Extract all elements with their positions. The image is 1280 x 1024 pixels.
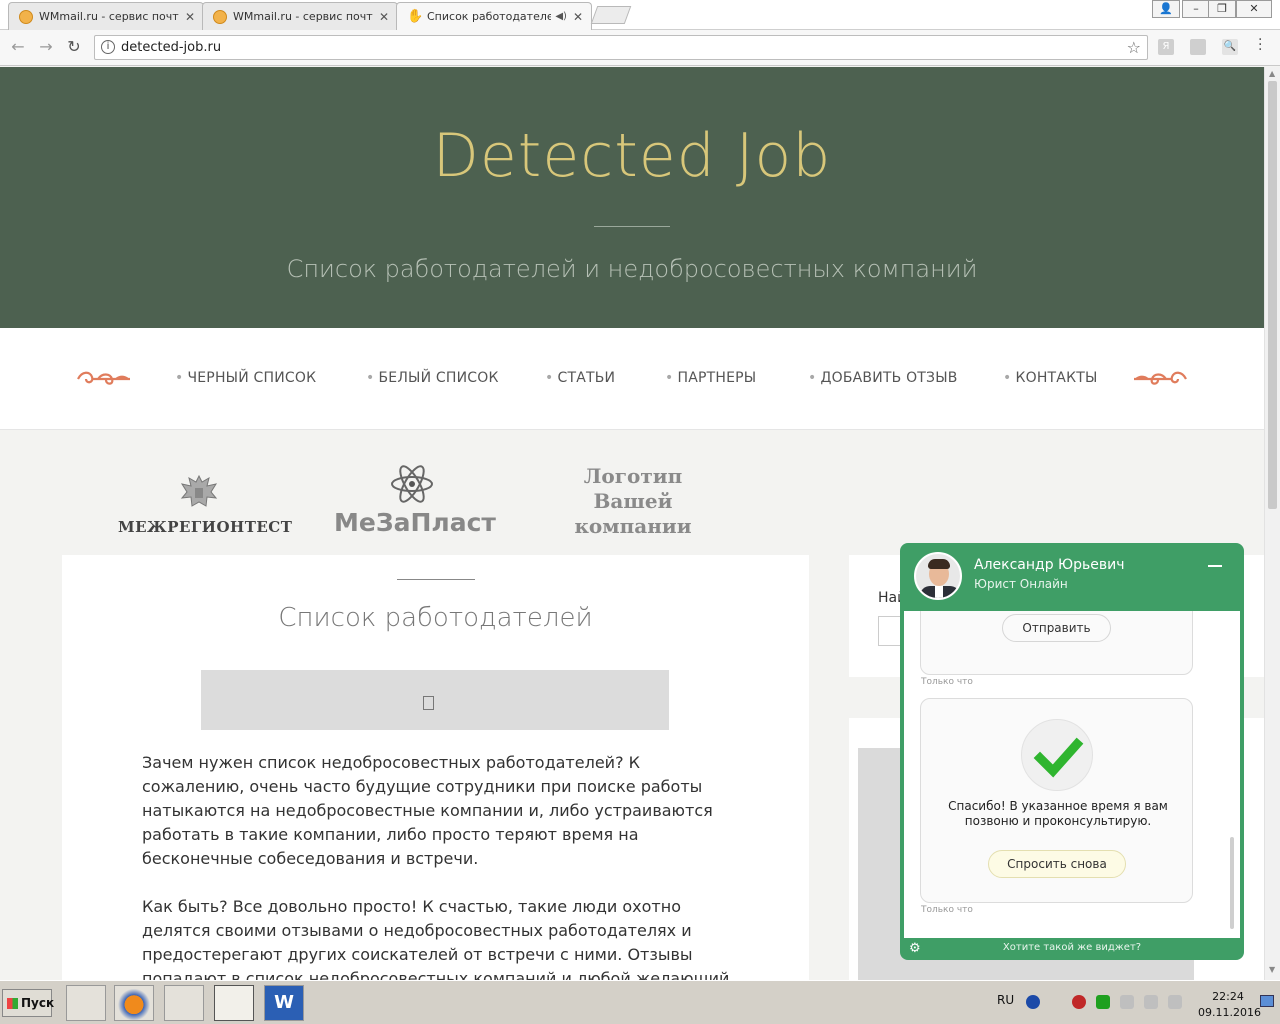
- chat-body: Отправить Только что Спасибо! В указанно…: [904, 611, 1240, 938]
- network-icon[interactable]: [1096, 995, 1110, 1009]
- start-button[interactable]: Пуск: [2, 989, 54, 1017]
- address-bar[interactable]: i detected-job.ru ☆: [94, 35, 1148, 60]
- broken-image-icon: [423, 696, 434, 710]
- browser-tab[interactable]: WMmail.ru - сервис почтов ✕: [8, 2, 204, 30]
- browser-tab[interactable]: WMmail.ru - сервис почтов ✕: [202, 2, 398, 30]
- menu-icon[interactable]: · · ·: [1258, 33, 1268, 57]
- agent-avatar: [914, 552, 962, 600]
- minimize-chat-icon[interactable]: [1208, 565, 1222, 567]
- browser-tab-strip: WMmail.ru - сервис почтов ✕ WMmail.ru - …: [0, 0, 1280, 30]
- taskbar-app-firefox[interactable]: [114, 985, 154, 1021]
- chat-scrollbar[interactable]: [1230, 837, 1234, 929]
- main-navigation: • ЧЕРНЫЙ СПИСОК • БЕЛЫЙ СПИСОК • СТАТЬИ • ПА…: [0, 328, 1264, 430]
- browser-tab-active[interactable]: ✋ Список работодателей ◀) ✕: [396, 2, 592, 30]
- confirmation-message: Спасибо! В указанное время я вам позвоню…: [948, 799, 1168, 828]
- wmmail-favicon-icon: [19, 9, 33, 24]
- close-tab-icon[interactable]: ✕: [573, 10, 583, 24]
- header-divider: [594, 226, 670, 227]
- browser-toolbar: ← → ↻ i detected-job.ru ☆ Я 🔍 · · ·: [0, 30, 1280, 66]
- message-time: Только что: [921, 905, 973, 915]
- reload-icon[interactable]: ↻: [64, 38, 84, 58]
- tab-title: WMmail.ru - сервис почтов: [233, 10, 373, 23]
- chat-message: Спасибо! В указанное время я вам позвоню…: [920, 698, 1193, 903]
- right-ornament-icon: [1134, 371, 1187, 385]
- system-tray: RU 22:24 09.11.2016: [992, 987, 1261, 1021]
- atom-icon: [391, 465, 433, 503]
- scrollbar-thumb[interactable]: [1268, 81, 1277, 509]
- clock[interactable]: 22:24 09.11.2016: [1198, 989, 1261, 1021]
- agent-role: Юрист Онлайн: [974, 577, 1068, 591]
- message-time: Только что: [921, 677, 973, 687]
- article-paragraph: Как быть? Все довольно просто! К счастью…: [142, 897, 730, 980]
- close-tab-icon[interactable]: ✕: [185, 10, 195, 24]
- language-indicator[interactable]: RU: [997, 993, 1014, 1007]
- page-scrollbar[interactable]: ▲ ▼: [1264, 67, 1280, 980]
- left-ornament-icon: [77, 371, 130, 385]
- nav-partners[interactable]: • ПАРТНЕРЫ: [665, 370, 756, 386]
- info-icon[interactable]: i: [101, 40, 115, 54]
- image-placeholder: [201, 670, 669, 730]
- site-subtitle: Список работодателей и недобросовестных …: [286, 255, 978, 283]
- extension-icon[interactable]: [1190, 39, 1206, 55]
- success-check-icon: [1021, 719, 1093, 791]
- restore-button[interactable]: ❐: [1208, 0, 1236, 18]
- tray-app-icon[interactable]: [1120, 995, 1134, 1009]
- main-content: Список работодателей Зачем нужен список …: [62, 555, 809, 980]
- ask-again-button[interactable]: Спросить снова: [988, 850, 1126, 878]
- site-title[interactable]: Detected Job: [0, 121, 1264, 191]
- show-desktop-icon[interactable]: [1260, 995, 1274, 1007]
- partner-logo-mezaplast[interactable]: МеЗаПласт: [330, 508, 500, 537]
- tray-app-icon[interactable]: [1144, 995, 1158, 1009]
- taskbar-app-document-active[interactable]: [214, 985, 254, 1021]
- audio-icon[interactable]: ◀): [555, 11, 567, 22]
- partner-logos: МЕЖРЕГИОНТЕСТ МеЗаПласт Логотип Вашей ко…: [0, 430, 1264, 555]
- tab-title: WMmail.ru - сервис почтов: [39, 10, 179, 23]
- url-text: detected-job.ru: [121, 40, 222, 55]
- windows-flag-icon: [7, 998, 18, 1009]
- article-paragraph: Зачем нужен список недобросовестных рабо…: [142, 753, 713, 868]
- agent-name: Александр Юрьевич: [974, 557, 1125, 573]
- content-divider: [397, 579, 475, 580]
- chat-message: Отправить: [920, 611, 1193, 675]
- user-profile-icon[interactable]: 👤: [1152, 0, 1180, 18]
- nav-contacts[interactable]: • КОНТАКТЫ: [1003, 370, 1098, 386]
- extension-icon[interactable]: Я: [1158, 39, 1174, 55]
- nav-articles[interactable]: • СТАТЬИ: [545, 370, 615, 386]
- wmmail-favicon-icon: [213, 9, 227, 24]
- partner-logo-placeholder[interactable]: Логотип Вашей компании: [560, 464, 706, 539]
- taskbar-app-monitor[interactable]: [164, 985, 204, 1021]
- hand-favicon-icon: ✋: [407, 8, 424, 24]
- forward-icon[interactable]: →: [36, 38, 56, 58]
- chat-widget: Александр Юрьевич Юрист Онлайн Отправить…: [900, 543, 1244, 960]
- coat-of-arms-icon: [180, 474, 218, 507]
- taskbar-app-document[interactable]: [66, 985, 106, 1021]
- minimize-button[interactable]: –: [1182, 0, 1210, 18]
- back-icon[interactable]: ←: [8, 38, 28, 58]
- nav-add-review[interactable]: • ДОБАВИТЬ ОТЗЫВ: [808, 370, 958, 386]
- nav-white-list[interactable]: • БЕЛЫЙ СПИСОК: [366, 370, 499, 386]
- windows-taskbar: Пуск W RU 22:24 09.11.2016: [0, 980, 1280, 1024]
- partner-logo-mezhregiontest[interactable]: МЕЖРЕГИОНТЕСТ: [118, 518, 292, 536]
- new-tab-button[interactable]: [590, 6, 632, 24]
- security-icon[interactable]: [1072, 995, 1086, 1009]
- volume-icon[interactable]: [1168, 995, 1182, 1009]
- help-icon[interactable]: [1026, 995, 1040, 1009]
- site-header: Detected Job Список работодателей и недо…: [0, 67, 1264, 328]
- widget-promo-link[interactable]: Хотите такой же виджет?: [900, 938, 1244, 960]
- tab-title: Список работодателей: [427, 10, 552, 23]
- nav-black-list[interactable]: • ЧЕРНЫЙ СПИСОК: [175, 370, 316, 386]
- page-heading: Список работодателей: [278, 603, 593, 633]
- scroll-up-icon[interactable]: ▲: [1269, 69, 1275, 78]
- taskbar-app-word[interactable]: W: [264, 985, 304, 1021]
- send-button[interactable]: Отправить: [1002, 614, 1111, 642]
- close-tab-icon[interactable]: ✕: [379, 10, 389, 24]
- search-extension-icon[interactable]: 🔍: [1222, 39, 1238, 55]
- scroll-down-icon[interactable]: ▼: [1269, 965, 1275, 974]
- bookmark-star-icon[interactable]: ☆: [1127, 36, 1141, 59]
- close-window-button[interactable]: ✕: [1236, 0, 1272, 18]
